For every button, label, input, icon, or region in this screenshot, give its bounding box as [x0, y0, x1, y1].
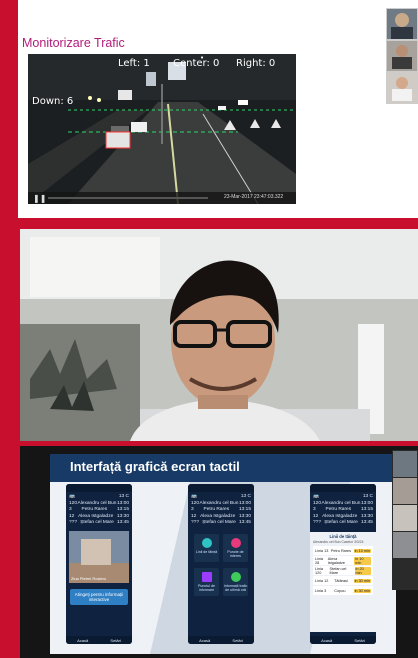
list-subheader: Alexandru cel Bun Caselor 3/3/24	[313, 540, 364, 544]
tile-traffic-info[interactable]: Informații trafic de ultimă oră	[223, 568, 248, 596]
interactive-info-button[interactable]: Atingeți pentru informații interactive	[70, 588, 128, 605]
participant-thumbnail[interactable]	[393, 505, 417, 531]
list-item[interactable]: Linia 13 Petru Rares in 10 min	[313, 546, 373, 555]
list-header: Linii de tăință	[329, 534, 357, 539]
shared-screen-slide: Interfață grafică ecran tactil 🚌 13 C 120…	[20, 446, 418, 658]
nav-settings[interactable]: Setări	[354, 638, 364, 643]
participant-thumbnail[interactable]	[393, 451, 417, 477]
shared-screen-traffic: Monitorizare Trafic • Left: 1 Center: 0 …	[18, 0, 418, 218]
speaker-video[interactable]	[20, 229, 418, 441]
participant-strip	[392, 450, 418, 590]
participant-thumbnail[interactable]	[386, 8, 418, 40]
phone-mockup-menu: 🚌 13 C 120 Alexandru cel Bun 13:00 3 Petru R…	[188, 484, 254, 644]
counter-left: Left: 1	[118, 58, 150, 69]
speaker-webcam	[20, 229, 418, 441]
lines-list: Linii de tăință Alexandru cel Bun Caselo…	[310, 532, 376, 632]
video-controls: ❚❚ 23-Mar-2017 23:47:03.322	[28, 192, 296, 204]
slide-title: Monitorizare Trafic	[22, 36, 125, 50]
nav-home[interactable]: Acasă	[321, 638, 332, 643]
list-item[interactable]: Linia 12 Tătărași in 30 min	[313, 576, 373, 585]
participant-thumbnail[interactable]	[393, 532, 417, 558]
list-item[interactable]: Linia 120 Ștefan cel Mare in 20 min	[313, 566, 373, 575]
nav-home[interactable]: Acasă	[77, 638, 88, 643]
tile-points-of-interest[interactable]: Puncte de interes	[223, 534, 248, 562]
map-icon	[201, 572, 212, 582]
traffic-scene: •	[28, 54, 296, 204]
city-photo: Ziua Pietrei Rosieru	[69, 530, 129, 583]
list-item[interactable]: Linia 3 Copou in 30 min	[313, 586, 373, 595]
phone-mockup-lines: 🚌 13 C 120 Alexandru cel Bun 13:00 3 Petru R…	[310, 484, 376, 644]
video-timestamp: 23-Mar-2017 23:47:03.322	[224, 194, 284, 200]
list-item[interactable]: Linia 28 Alexa Istgaladze in 10 min	[313, 556, 373, 565]
map-pin-icon	[230, 538, 241, 548]
pause-icon[interactable]: ❚❚	[33, 194, 46, 203]
photo-caption: Ziua Pietrei Rosieru	[71, 575, 107, 581]
tile-info-point[interactable]: Punctul de informare	[194, 568, 219, 596]
warning-icon	[230, 572, 241, 582]
nav-home[interactable]: Acasă	[199, 638, 210, 643]
tile-lines[interactable]: Linii de tăință	[194, 534, 219, 562]
counter-right: Right: 0	[236, 58, 276, 69]
seek-bar[interactable]	[48, 197, 208, 199]
traffic-video[interactable]: • Left: 1 Center: 0 Right: 0 Down: 6 ❚❚ …	[28, 54, 296, 204]
participant-thumbnail[interactable]	[393, 478, 417, 504]
clock-icon	[201, 538, 212, 548]
nav-settings[interactable]: Setări	[232, 638, 242, 643]
slide-title: Interfață grafică ecran tactil	[70, 459, 240, 474]
counter-center: Center: 0	[173, 58, 220, 69]
counter-down: Down: 6	[32, 96, 74, 107]
participant-thumbnail[interactable]	[386, 40, 418, 72]
nav-settings[interactable]: Setări	[110, 638, 120, 643]
phone-mockup-home: 🚌 13 C 120 Alexandru cel Bun 13:00 3 Petru R…	[66, 484, 132, 644]
participant-thumbnail[interactable]	[386, 72, 418, 104]
